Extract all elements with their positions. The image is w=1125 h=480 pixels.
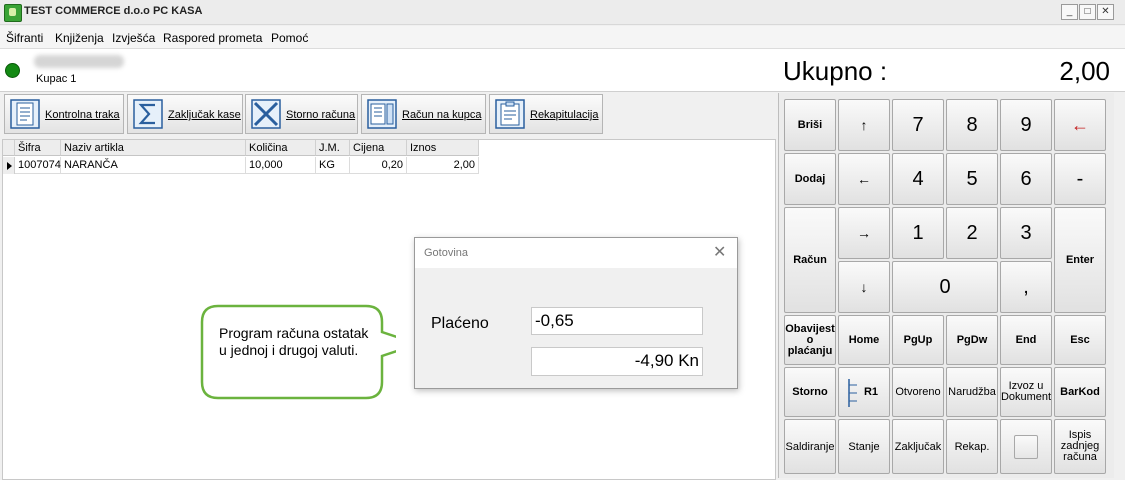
blank-key-icon — [1014, 434, 1038, 459]
title-bar: TEST COMMERCE d.o.o PC KASA _ □ ✕ — [0, 0, 1125, 25]
key-stanje[interactable]: Stanje — [838, 419, 890, 474]
kontrolna-traka-label: Kontrolna traka — [45, 109, 120, 121]
grid-header-kolicina[interactable]: Količina — [246, 140, 316, 156]
key-obavijest-o-placanju[interactable]: Obavijest o plaćanju — [784, 315, 836, 365]
key-0[interactable]: 0 — [892, 261, 998, 313]
key-arrow-right[interactable]: → — [838, 207, 890, 259]
blurred-customer-name — [34, 55, 124, 68]
dialog-close-icon[interactable]: ✕ — [713, 242, 726, 262]
grid-header-corner — [3, 140, 15, 156]
table-cell[interactable]: 0,20 — [350, 157, 407, 174]
dialog-title: Gotovina — [424, 247, 469, 259]
key-r1-label: R1 — [863, 386, 879, 398]
key-arrow-up[interactable]: ↑ — [838, 99, 890, 151]
key-ispis-zadnjeg-racuna[interactable]: Ispis zadnjeg računa — [1054, 419, 1106, 474]
key-backspace[interactable]: ← — [1054, 99, 1106, 151]
r1-icon — [848, 379, 857, 407]
sigma-icon — [133, 99, 163, 129]
menu-sifranti[interactable]: Šifranti — [6, 31, 43, 45]
table-cell[interactable]: KG — [316, 157, 350, 174]
key-rekap[interactable]: Rekap. — [946, 419, 998, 474]
window-title: TEST COMMERCE d.o.o PC KASA — [24, 5, 203, 17]
row-selector-icon — [3, 157, 15, 174]
menu-izvjesca[interactable]: Izvješća — [112, 31, 155, 45]
key-racun[interactable]: Račun — [784, 207, 836, 313]
receipt-icon — [367, 99, 397, 129]
document-icon — [10, 99, 40, 129]
rekapitulacija-button[interactable]: Rekapitulacija — [489, 94, 603, 134]
menu-bar: Šifranti Knjiženja Izvješća Raspored pro… — [0, 26, 1125, 49]
minimize-button[interactable]: _ — [1061, 4, 1078, 20]
key-zakljucak[interactable]: Zaključak — [892, 419, 944, 474]
key-arrow-down[interactable]: ↓ — [838, 261, 890, 313]
key-3[interactable]: 3 — [1000, 207, 1052, 259]
menu-pomoc[interactable]: Pomoć — [271, 31, 308, 45]
table-cell[interactable]: 2,00 — [407, 157, 479, 174]
kontrolna-traka-button[interactable]: Kontrolna traka — [4, 94, 124, 134]
clipboard-icon — [495, 99, 525, 129]
rekapitulacija-label: Rekapitulacija — [530, 109, 599, 121]
storno-racuna-button[interactable]: Storno računa — [245, 94, 358, 134]
total-label: Ukupno : — [783, 56, 888, 86]
total-value: 2,00 — [1059, 56, 1110, 86]
racun-na-kupca-label: Račun na kupca — [402, 109, 482, 121]
key-esc[interactable]: Esc — [1054, 315, 1106, 365]
key-blank[interactable] — [1000, 419, 1052, 474]
key-dodaj[interactable]: Dodaj — [784, 153, 836, 205]
grid-header-naziv[interactable]: Naziv artikla — [61, 140, 246, 156]
key-otvoreno[interactable]: Otvoreno — [892, 367, 944, 417]
grid-header-jm[interactable]: J.M. — [316, 140, 350, 156]
grid-header-sifra[interactable]: Šifra — [15, 140, 61, 156]
key-9[interactable]: 9 — [1000, 99, 1052, 151]
key-enter[interactable]: Enter — [1054, 207, 1106, 313]
storno-racuna-label: Storno računa — [286, 109, 356, 121]
racun-na-kupca-button[interactable]: Račun na kupca — [361, 94, 486, 134]
table-cell[interactable]: 10,000 — [246, 157, 316, 174]
key-home[interactable]: Home — [838, 315, 890, 365]
key-1[interactable]: 1 — [892, 207, 944, 259]
status-indicator-icon — [5, 63, 20, 78]
key-2[interactable]: 2 — [946, 207, 998, 259]
key-arrow-left[interactable]: ← — [838, 153, 890, 205]
maximize-button[interactable]: □ — [1079, 4, 1096, 20]
table-cell[interactable]: 1007074 — [15, 157, 61, 174]
key-4[interactable]: 4 — [892, 153, 944, 205]
dialog-title-bar: Gotovina ✕ — [415, 238, 737, 268]
close-button[interactable]: ✕ — [1097, 4, 1114, 20]
menu-knjizenja[interactable]: Knjiženja — [55, 31, 104, 45]
customer-label: Kupac 1 — [36, 73, 77, 85]
key-minus[interactable]: - — [1054, 153, 1106, 205]
key-6[interactable]: 6 — [1000, 153, 1052, 205]
paid-input[interactable]: -0,65 — [531, 307, 703, 335]
key-izvoz-u-dokument[interactable]: Izvoz u Dokument — [1000, 367, 1052, 417]
zakljucak-kase-label: Zaključak kase — [168, 109, 241, 121]
app-icon — [4, 4, 22, 22]
key-r1[interactable]: R1 — [838, 367, 890, 417]
grid-header-cijena[interactable]: Cijena — [350, 140, 407, 156]
key-8[interactable]: 8 — [946, 99, 998, 151]
menu-raspored-prometa[interactable]: Raspored prometa — [163, 31, 262, 45]
remaining-amount-field[interactable]: -4,90 Kn — [531, 347, 703, 376]
key-7[interactable]: 7 — [892, 99, 944, 151]
gotovina-dialog: Gotovina ✕ Plaćeno -0,65 -4,90 Kn — [414, 237, 738, 389]
grid-header-iznos[interactable]: Iznos — [407, 140, 479, 156]
key-pgup[interactable]: PgUp — [892, 315, 944, 365]
key-brisi[interactable]: Briši — [784, 99, 836, 151]
key-comma[interactable]: , — [1000, 261, 1052, 313]
key-5[interactable]: 5 — [946, 153, 998, 205]
key-narudzba[interactable]: Narudžba — [946, 367, 998, 417]
key-barkod[interactable]: BarKod — [1054, 367, 1106, 417]
table-cell[interactable]: NARANČA — [61, 157, 246, 174]
key-end[interactable]: End — [1000, 315, 1052, 365]
key-pgdw[interactable]: PgDw — [946, 315, 998, 365]
zakljucak-kase-button[interactable]: Zaključak kase — [127, 94, 243, 134]
x-icon — [251, 99, 281, 129]
paid-label: Plaćeno — [431, 315, 489, 332]
key-storno[interactable]: Storno — [784, 367, 836, 417]
callout-text: Program računa ostatak u jednoj i drugoj… — [219, 325, 369, 358]
key-saldiranje[interactable]: Saldiranje — [784, 419, 836, 474]
